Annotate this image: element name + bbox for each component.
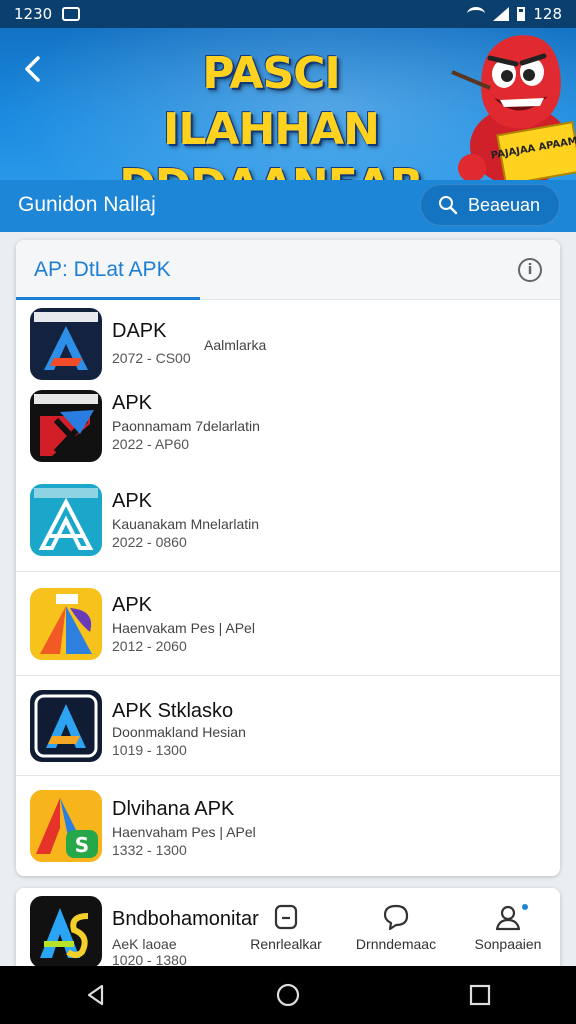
apk-orange-s-icon: S — [30, 790, 102, 862]
status-icons: 128 — [467, 5, 562, 23]
battery-icon — [517, 7, 526, 21]
promo-banner: PASCI ILAHHAN DDDAANEAR PAJAJAA APAAMA — [0, 28, 576, 180]
back-button[interactable] — [20, 54, 50, 84]
bottom-card: Bndbohamonitar AeK laoae 1020 - 1380 Ren… — [16, 888, 560, 978]
tab-profile[interactable]: Sonpaaien — [458, 902, 558, 952]
signal-icon — [493, 7, 510, 21]
app-date: 1332 - 1300 — [112, 842, 187, 858]
apk-as-icon[interactable] — [30, 896, 102, 968]
banner-title: PASCI ILAHHAN DDDAANEAR — [96, 46, 446, 180]
nav-home-button[interactable] — [268, 975, 308, 1015]
app-subtitle: Doonmakland Hesian — [112, 724, 246, 740]
tab-label: Renrlealkar — [250, 936, 322, 952]
list-item[interactable]: S Dlvihana APK Haenvaham Pes | APel 1332… — [16, 776, 560, 876]
banner-title-line1: PASCI ILAHHAN — [163, 48, 380, 155]
tab-downloads[interactable]: Renrlealkar — [236, 902, 336, 952]
app-subtitle: Haenvakam Pes | APel — [112, 620, 255, 636]
chevron-left-icon — [25, 56, 40, 82]
mascot-icon: PAJAJAA APAAMA — [451, 35, 576, 180]
app-name: APK — [112, 594, 153, 616]
list-item[interactable]: APK Haenvakam Pes | APel 2012 - 2060 — [16, 572, 560, 676]
card-header: AP: DtLat APK i — [16, 240, 560, 300]
search-button-label: Beaeuan — [468, 194, 541, 215]
square-recents-icon — [469, 984, 491, 1006]
sub-header: Gunidon Nallaj Beaeuan — [0, 180, 576, 232]
info-icon[interactable]: i — [518, 258, 542, 282]
app-name: APK — [112, 392, 153, 414]
person-icon — [495, 905, 521, 931]
list-item[interactable]: DAPK Aalmlarka 2072 - CS00 — [16, 300, 560, 384]
search-button[interactable]: Beaeuan — [420, 184, 560, 226]
app-name: DAPK — [112, 320, 167, 342]
app-subtitle: Kauanakam Mnelarlatin — [112, 516, 260, 532]
wifi-icon — [467, 7, 486, 21]
apk-list-card: AP: DtLat APK i DAPK Aalmlarka 2072 - CS… — [16, 240, 560, 876]
circle-home-icon — [276, 983, 300, 1007]
app-name: APK — [112, 490, 153, 512]
search-icon — [439, 196, 458, 215]
chat-icon — [383, 904, 409, 931]
status-time-right: 128 — [533, 5, 562, 23]
nav-recents-button[interactable] — [460, 975, 500, 1015]
list-item[interactable]: APK Kauanakam Mnelarlatin 2022 - 0860 — [16, 470, 560, 572]
app-side-text: Aalmlarka — [204, 337, 267, 353]
app-date: 2012 - 2060 — [112, 638, 187, 654]
app-date: 2072 - CS00 — [112, 350, 191, 366]
box-icon — [274, 904, 298, 930]
apk-teal-a-icon — [30, 484, 102, 556]
apk-red-x-icon — [30, 390, 102, 462]
section-label: Gunidon Nallaj — [18, 193, 156, 216]
status-time: 1230 — [14, 5, 53, 23]
app-subtitle: Paonnamam 7delarlatin — [112, 418, 260, 434]
apk-yellow-a-icon — [30, 588, 102, 660]
notification-icon — [62, 7, 81, 21]
app-date: 1019 - 1300 — [112, 742, 187, 758]
apk-a-dark-icon — [30, 308, 102, 380]
tab-label: Drnndemaac — [355, 936, 437, 952]
tab-messages[interactable]: Drnndemaac — [346, 902, 446, 952]
nav-back-button[interactable] — [76, 975, 116, 1015]
svg-text:S: S — [75, 833, 89, 857]
system-nav-bar — [0, 966, 576, 1024]
tab-apk-list[interactable]: AP: DtLat APK — [34, 258, 171, 282]
app-date: 2022 - 0860 — [112, 534, 187, 550]
app-subtitle: Haenvaham Pes | APel — [112, 824, 256, 840]
app-name: APK Stklasko — [112, 700, 234, 722]
banner-title-line2: DDDAANEAR — [96, 158, 446, 180]
list-item[interactable]: APK Paonnamam 7delarlatin 2022 - AP60 — [16, 384, 560, 470]
notification-badge — [520, 902, 530, 912]
list-item[interactable]: APK Stklasko Doonmakland Hesian 1019 - 1… — [16, 676, 560, 776]
app-subtitle: AeK laoae — [112, 936, 177, 952]
app-date: 2022 - AP60 — [112, 436, 190, 452]
triangle-back-icon — [87, 984, 104, 1006]
apk-navy-a-icon — [30, 690, 102, 762]
status-bar: 1230 128 — [0, 0, 576, 28]
app-name: Dlvihana APK — [112, 798, 235, 820]
tab-label: Sonpaaien — [474, 936, 542, 952]
